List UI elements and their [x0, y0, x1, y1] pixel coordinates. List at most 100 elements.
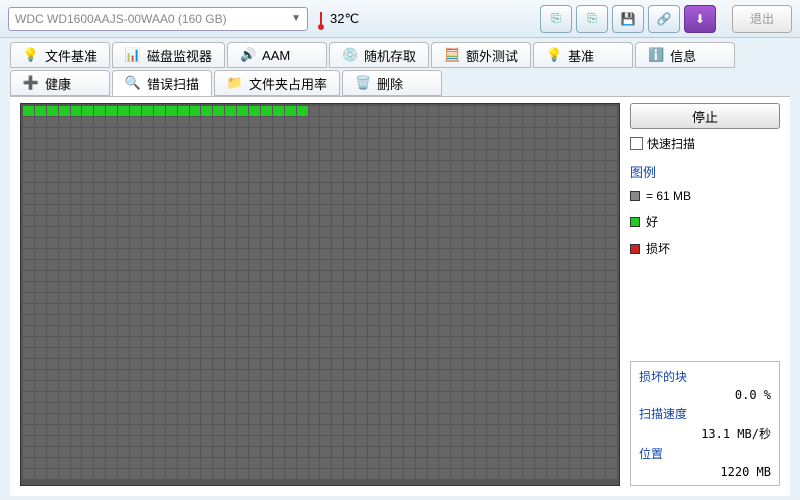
tab-error-scan[interactable]: 🔍错误扫描 [112, 70, 212, 96]
download-button[interactable]: ⬇ [684, 5, 716, 33]
grid-cell [59, 315, 70, 325]
grid-cell [297, 282, 308, 292]
tab-baseline[interactable]: 💡基准 [533, 42, 633, 68]
grid-cell [499, 337, 510, 347]
grid-cell [178, 337, 189, 347]
grid-cell [475, 337, 486, 347]
grid-cell [416, 403, 427, 413]
grid-cell [178, 260, 189, 270]
grid-cell [499, 106, 510, 116]
grid-cell [404, 304, 415, 314]
grid-cell [416, 150, 427, 160]
grid-cell [416, 414, 427, 424]
grid-cell [285, 436, 296, 446]
grid-cell [190, 161, 201, 171]
grid-cell [201, 293, 212, 303]
stop-button[interactable]: 停止 [630, 103, 780, 129]
grid-cell [416, 260, 427, 270]
grid-cell [154, 414, 165, 424]
grid-cell [558, 326, 569, 336]
grid-cell [71, 282, 82, 292]
grid-cell [94, 161, 105, 171]
grid-cell [213, 436, 224, 446]
grid-cell [475, 392, 486, 402]
grid-cell [190, 183, 201, 193]
save-button[interactable]: 💾 [612, 5, 644, 33]
grid-cell [285, 216, 296, 226]
quick-scan-row[interactable]: 快速扫描 [630, 135, 780, 152]
grid-cell [439, 128, 450, 138]
grid-cell [439, 293, 450, 303]
grid-cell [249, 447, 260, 457]
grid-cell [225, 337, 236, 347]
grid-cell [106, 117, 117, 127]
grid-cell [558, 403, 569, 413]
grid-cell [487, 392, 498, 402]
grid-cell [332, 381, 343, 391]
grid-cell [499, 359, 510, 369]
grid-cell [570, 117, 581, 127]
grid-cell [511, 150, 522, 160]
grid-cell [344, 139, 355, 149]
grid-cell [118, 304, 129, 314]
tab-health[interactable]: ➕健康 [10, 70, 110, 96]
link-button[interactable]: 🔗 [648, 5, 680, 33]
grid-cell [142, 117, 153, 127]
grid-cell [237, 315, 248, 325]
grid-cell [570, 370, 581, 380]
grid-cell [606, 469, 617, 479]
grid-cell [130, 150, 141, 160]
drive-select[interactable]: WDC WD1600AAJS-00WAA0 (160 GB) ▼ [8, 7, 308, 31]
grid-cell [285, 447, 296, 457]
grid-cell [511, 282, 522, 292]
tab-disk-monitor[interactable]: 📊磁盘监视器 [112, 42, 225, 68]
grid-cell [439, 315, 450, 325]
grid-cell [35, 150, 46, 160]
grid-cell [594, 216, 605, 226]
checkbox-icon[interactable] [630, 137, 643, 150]
grid-cell [249, 315, 260, 325]
grid-cell [511, 403, 522, 413]
grid-cell [118, 447, 129, 457]
grid-cell [118, 282, 129, 292]
grid-cell [285, 106, 296, 116]
grid-cell [487, 194, 498, 204]
tab-info[interactable]: ℹ️信息 [635, 42, 735, 68]
grid-cell [249, 205, 260, 215]
grid-cell [487, 117, 498, 127]
copy-button[interactable]: ⎘ [540, 5, 572, 33]
grid-cell [178, 249, 189, 259]
tab-random-access[interactable]: 💿随机存取 [329, 42, 429, 68]
grid-cell [225, 370, 236, 380]
grid-cell [380, 205, 391, 215]
tab-aam[interactable]: 🔊AAM [227, 42, 327, 68]
grid-cell [106, 425, 117, 435]
grid-cell [368, 381, 379, 391]
grid-cell [285, 249, 296, 259]
grid-cell [94, 403, 105, 413]
grid-cell [594, 392, 605, 402]
grid-cell [47, 282, 58, 292]
grid-cell [94, 359, 105, 369]
grid-cell [166, 205, 177, 215]
grid-cell [142, 403, 153, 413]
grid-cell [297, 216, 308, 226]
grid-cell [154, 304, 165, 314]
tab-file-baseline[interactable]: 💡文件基准 [10, 42, 110, 68]
tab-extra-test[interactable]: 🧮额外测试 [431, 42, 531, 68]
grid-cell [558, 150, 569, 160]
grid-cell [273, 414, 284, 424]
grid-cell [451, 194, 462, 204]
grid-cell [475, 128, 486, 138]
grid-cell [523, 304, 534, 314]
grid-cell [392, 106, 403, 116]
grid-cell [190, 370, 201, 380]
grid-cell [118, 348, 129, 358]
grid-cell [547, 304, 558, 314]
copy2-button[interactable]: ⎘ [576, 5, 608, 33]
grid-cell [511, 447, 522, 457]
tab-folder-usage[interactable]: 📁文件夹占用率 [214, 70, 340, 96]
grid-cell [47, 337, 58, 347]
tab-delete[interactable]: 🗑️删除 [342, 70, 442, 96]
exit-button[interactable]: 退出 [732, 5, 792, 33]
